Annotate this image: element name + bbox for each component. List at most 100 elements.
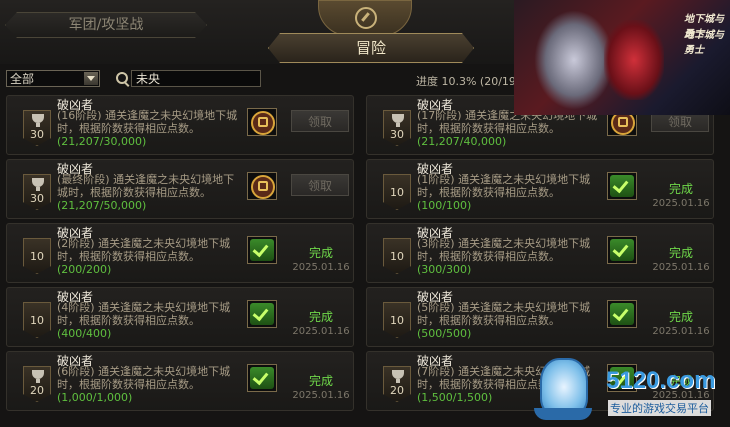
achievement-progress: (200/200) [57,263,112,276]
points-badge: 30 [23,110,51,146]
achievement-progress: (100/100) [417,199,472,212]
achievement-desc: (最终阶段) 通关逢魔之未央幻境地下城时，根据阶数获得相应点数。 (21,207/… [57,173,239,212]
watermark-site: 5120.com [606,367,716,394]
achievement-desc-text: (5阶段) 通关逢魔之未央幻境地下城时，根据阶数获得相应点数。 [417,301,591,327]
achievement-desc: (2阶段) 通关逢魔之未央幻境地下城时，根据阶数获得相应点数。 (200/200) [57,237,239,276]
reward-slot[interactable] [247,364,277,392]
points-value: 10 [390,250,404,263]
points-value: 20 [30,384,44,397]
points-badge: 10 [383,174,411,210]
complete-label: 完成 [668,246,693,260]
achievement-desc: (3阶段) 通关逢魔之未央幻境地下城时，根据阶数获得相应点数。 (300/300) [417,237,599,276]
achievement-desc: (5阶段) 通关逢魔之未央幻境地下城时，根据阶数获得相应点数。 (500/500) [417,301,599,340]
game-logo-secondary: 地下城与勇士 [684,30,724,56]
search-input[interactable]: 未央 [131,70,261,87]
boat-icon [534,408,592,420]
reward-emblem-icon [251,111,275,135]
achievement-card: 10 破凶者 (3阶段) 通关逢魔之未央幻境地下城时，根据阶数获得相应点数。 (300… [366,223,714,283]
character-art [534,10,614,110]
reward-slot[interactable] [247,236,277,264]
complete-date: 2025.01.16 [292,326,350,337]
achievement-desc-text: (4阶段) 通关逢魔之未央幻境地下城时，根据阶数获得相应点数。 [57,301,231,327]
points-value: 30 [390,128,404,141]
trophy-icon [32,178,44,191]
points-value: 10 [390,314,404,327]
complete-label: 完成 [668,182,693,196]
achievement-progress: (400/400) [57,327,112,340]
achievement-progress: (300/300) [417,263,472,276]
promo-banner[interactable]: 地下城与勇士 地下城与勇士 [514,0,730,115]
checkmark-icon [250,239,274,261]
reward-slot[interactable] [607,172,637,200]
achievement-progress: (500/500) [417,327,472,340]
points-value: 10 [390,186,404,199]
tab-legion-siege[interactable]: 军团/攻坚战 [5,12,207,38]
complete-date: 2025.01.16 [652,262,710,273]
complete-label: 完成 [308,246,333,260]
checkmark-icon [250,367,274,389]
reward-slot[interactable] [247,300,277,328]
achievement-desc: (16阶段) 通关逢魔之未央幻境地下城时，根据阶数获得相应点数。 (21,207/… [57,109,239,148]
reward-slot[interactable] [247,108,277,136]
progress-text: 进度 10.3% (20/194 [416,75,523,88]
achievement-progress: (21,207/50,000) [57,199,147,212]
achievement-desc: (6阶段) 通关逢魔之未央幻境地下城时，根据阶数获得相应点数。 (1,000/1,… [57,365,239,404]
complete-date: 2025.01.16 [652,198,710,209]
achievement-desc-text: (6阶段) 通关逢魔之未央幻境地下城时，根据阶数获得相应点数。 [57,365,231,391]
reward-slot[interactable] [247,172,277,200]
achievement-card: 30 破凶者 (最终阶段) 通关逢魔之未央幻境地下城时，根据阶数获得相应点数。 (21… [6,159,354,219]
trophy-icon [32,114,44,127]
points-badge: 10 [383,238,411,274]
checkmark-icon [610,175,634,197]
achievement-desc-text: (2阶段) 通关逢魔之未央幻境地下城时，根据阶数获得相应点数。 [57,237,231,263]
complete-label: 完成 [308,374,333,388]
points-badge: 10 [23,238,51,274]
claim-button[interactable]: 领取 [291,174,349,196]
checkmark-icon [250,303,274,325]
trophy-icon [392,114,404,127]
achievement-card: 20 破凶者 (6阶段) 通关逢魔之未央幻境地下城时，根据阶数获得相应点数。 (1,0… [6,351,354,411]
points-badge: 30 [383,110,411,146]
points-badge: 10 [23,302,51,338]
complete-date: 2025.01.16 [652,326,710,337]
achievement-card: 10 破凶者 (1阶段) 通关逢魔之未央幻境地下城时，根据阶数获得相应点数。 (100… [366,159,714,219]
checkmark-icon [610,303,634,325]
achievement-progress: (21,207/30,000) [57,135,147,148]
points-badge: 10 [383,302,411,338]
achievement-card: 30 破凶者 (16阶段) 通关逢魔之未央幻境地下城时，根据阶数获得相应点数。 (21… [6,95,354,155]
category-filter-select[interactable]: 全部 [6,70,100,87]
points-value: 30 [30,128,44,141]
points-value: 10 [30,250,44,263]
watermark-slogan: 专业的游戏交易平台 [608,400,711,416]
achievement-progress: (1,000/1,000) [57,391,133,404]
achievement-desc-text: (16阶段) 通关逢魔之未央幻境地下城时，根据阶数获得相应点数。 [57,109,238,135]
trophy-icon [392,370,404,383]
category-emblem [318,0,412,36]
points-badge: 20 [383,366,411,402]
achievement-card: 10 破凶者 (4阶段) 通关逢魔之未央幻境地下城时，根据阶数获得相应点数。 (400… [6,287,354,347]
achievement-desc: (1阶段) 通关逢魔之未央幻境地下城时，根据阶数获得相应点数。 (100/100) [417,173,599,212]
reward-slot[interactable] [607,300,637,328]
reward-slot[interactable] [607,236,637,264]
achievement-card: 10 破凶者 (2阶段) 通关逢魔之未央幻境地下城时，根据阶数获得相应点数。 (200… [6,223,354,283]
chevron-down-icon[interactable] [84,72,98,85]
trophy-icon [32,370,44,383]
achievement-desc-text: (3阶段) 通关逢魔之未央幻境地下城时，根据阶数获得相应点数。 [417,237,591,263]
complete-label: 完成 [668,310,693,324]
character-art-red [604,20,664,100]
achievement-desc-text: (1阶段) 通关逢魔之未央幻境地下城时，根据阶数获得相应点数。 [417,173,591,199]
reward-emblem-icon [251,175,275,199]
claim-button[interactable]: 领取 [291,110,349,132]
search-icon [116,72,128,84]
tab-adventure[interactable]: 冒险 [268,33,474,63]
complete-date: 2025.01.16 [292,262,350,273]
achievement-progress: (21,207/40,000) [417,135,507,148]
points-badge: 20 [23,366,51,402]
achievement-desc-text: (最终阶段) 通关逢魔之未央幻境地下城时，根据阶数获得相应点数。 [57,173,235,199]
points-value: 10 [30,314,44,327]
category-filter-value: 全部 [10,72,35,86]
points-value: 20 [390,384,404,397]
points-badge: 30 [23,174,51,210]
compass-icon [355,7,377,29]
site-watermark: 5120.com 专业的游戏交易平台 [534,354,730,427]
